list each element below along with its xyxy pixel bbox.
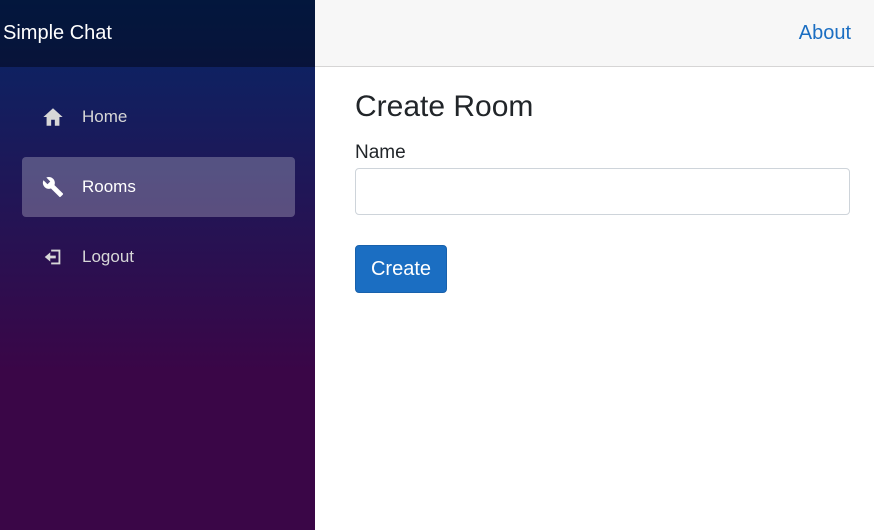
name-label: Name [355, 142, 406, 163]
about-link[interactable]: About [799, 22, 851, 45]
app-brand-link[interactable]: Simple Chat [3, 22, 112, 45]
brand-bar: Simple Chat [0, 0, 315, 67]
sidebar-item-label: Rooms [82, 177, 136, 196]
sidebar-item-label: Home [82, 107, 128, 126]
sidebar-item-label: Logout [82, 247, 134, 266]
sidebar-nav: Home Rooms Logout [0, 67, 315, 287]
top-bar: About [315, 0, 874, 67]
logout-icon [41, 245, 65, 269]
sidebar-item-rooms[interactable]: Rooms [22, 157, 295, 217]
home-icon [41, 105, 65, 129]
create-button[interactable]: Create [355, 245, 447, 293]
sidebar-item-home[interactable]: Home [22, 87, 295, 147]
main-content: Create Room Name Create [355, 90, 850, 293]
wrench-icon [41, 175, 65, 199]
sidebar-item-logout[interactable]: Logout [22, 227, 295, 287]
page-title: Create Room [355, 90, 534, 123]
sidebar: Simple Chat Home Rooms Logout [0, 0, 315, 530]
room-name-input[interactable] [355, 168, 850, 215]
